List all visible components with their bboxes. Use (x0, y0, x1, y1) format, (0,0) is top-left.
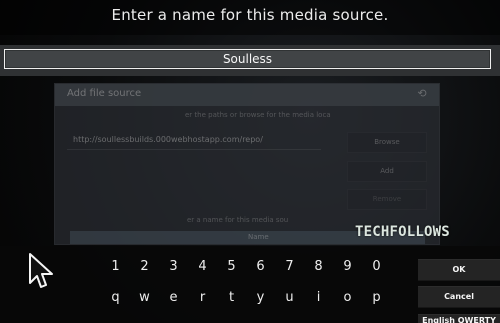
keyboard-action-panel: OK Cancel English QWERTY (418, 259, 500, 323)
media-source-name-screen: Add file source ⟲ er the paths or browse… (0, 0, 500, 323)
path-instruction-text: er the paths or browse for the media loc… (185, 111, 331, 119)
source-path-field: http://soullessbuilds.000webhostapp.com/… (67, 132, 321, 150)
key-r[interactable]: r (190, 288, 215, 308)
remove-button: Remove (347, 189, 427, 210)
key-3[interactable]: 3 (161, 257, 186, 277)
dialog-title: Enter a name for this media source. (111, 6, 389, 24)
key-q[interactable]: q (103, 288, 128, 308)
cancel-button[interactable]: Cancel (418, 286, 500, 308)
key-p[interactable]: p (364, 288, 389, 308)
key-4[interactable]: 4 (190, 257, 215, 277)
back-icon: ⟲ (417, 87, 427, 100)
add-file-source-title: Add file source (67, 88, 142, 99)
key-y[interactable]: y (248, 288, 273, 308)
key-e[interactable]: e (161, 288, 186, 308)
key-8[interactable]: 8 (306, 257, 331, 277)
number-key-row: 1 2 3 4 5 6 7 8 9 0 (0, 257, 395, 277)
key-u[interactable]: u (277, 288, 302, 308)
source-path-value: http://soullessbuilds.000webhostapp.com/… (73, 135, 263, 144)
key-1[interactable]: 1 (103, 257, 128, 277)
prompt-band: Enter a name for this media source. (0, 0, 500, 35)
browse-button: Browse (347, 132, 427, 153)
key-0[interactable]: 0 (364, 257, 389, 277)
key-t[interactable]: t (219, 288, 244, 308)
media-name-label: er a name for this media sou (187, 216, 289, 224)
letter-key-row: q w e r t y u i o p (0, 288, 395, 308)
key-o[interactable]: o (335, 288, 360, 308)
media-source-name-value: Soulless (222, 52, 273, 66)
ok-button[interactable]: OK (418, 259, 500, 281)
add-file-source-dialog: Add file source ⟲ er the paths or browse… (54, 83, 440, 245)
key-2[interactable]: 2 (132, 257, 157, 277)
add-button: Add (347, 161, 427, 182)
watermark: TECHFOLLOWS (355, 224, 450, 240)
key-w[interactable]: w (132, 288, 157, 308)
key-9[interactable]: 9 (335, 257, 360, 277)
keyboard-layout-button[interactable]: English QWERTY (418, 314, 500, 323)
mouse-pointer-icon (29, 253, 53, 288)
media-source-name-input[interactable]: Soulless (4, 49, 491, 69)
key-i[interactable]: i (306, 288, 331, 308)
key-7[interactable]: 7 (277, 257, 302, 277)
key-6[interactable]: 6 (248, 257, 273, 277)
add-file-source-header: Add file source ⟲ (55, 84, 439, 106)
key-5[interactable]: 5 (219, 257, 244, 277)
media-name-value: Name (248, 233, 269, 241)
on-screen-keyboard: 1 2 3 4 5 6 7 8 9 0 q w e r t y u i o p … (0, 246, 500, 323)
